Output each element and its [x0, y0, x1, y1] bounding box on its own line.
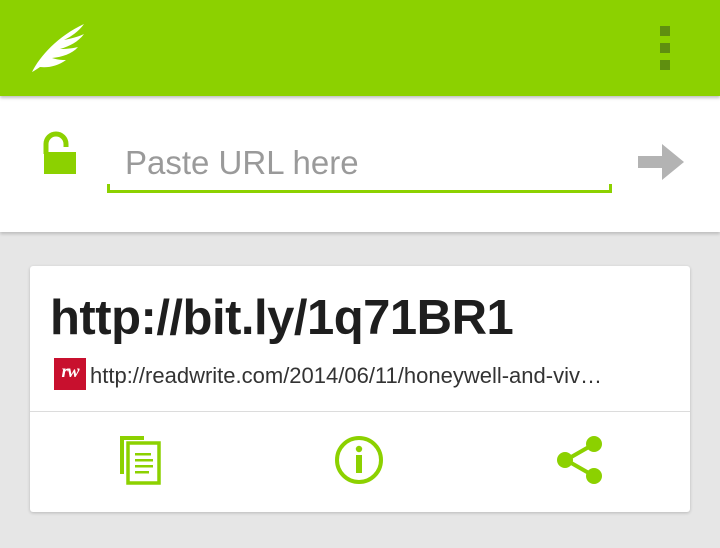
share-icon[interactable]: [554, 434, 606, 486]
overflow-menu-button[interactable]: [650, 24, 680, 72]
url-input-panel: [0, 96, 720, 232]
unlocked-padlock-icon[interactable]: [40, 130, 80, 182]
card-divider: [30, 411, 690, 412]
copy-icon[interactable]: [116, 434, 168, 486]
short-url-card[interactable]: http://bit.ly/1q71BR1 rw http://readwrit…: [30, 266, 690, 512]
menu-dot: [660, 26, 670, 36]
wing-logo-icon: [32, 24, 84, 72]
menu-dot: [660, 60, 670, 70]
url-input-underline: [107, 184, 612, 193]
long-url-text[interactable]: http://readwrite.com/2014/06/11/honeywel…: [90, 363, 670, 389]
action-bar: [0, 0, 720, 96]
url-field[interactable]: [107, 136, 612, 194]
url-input[interactable]: [107, 136, 612, 190]
info-icon[interactable]: [333, 434, 385, 486]
site-favicon: rw: [54, 358, 86, 390]
arrow-right-icon[interactable]: [636, 140, 686, 184]
favicon-text: rw: [61, 361, 79, 381]
app-screen: http://bit.ly/1q71BR1 rw http://readwrit…: [0, 0, 720, 548]
menu-dot: [660, 43, 670, 53]
short-url-text[interactable]: http://bit.ly/1q71BR1: [50, 290, 514, 346]
